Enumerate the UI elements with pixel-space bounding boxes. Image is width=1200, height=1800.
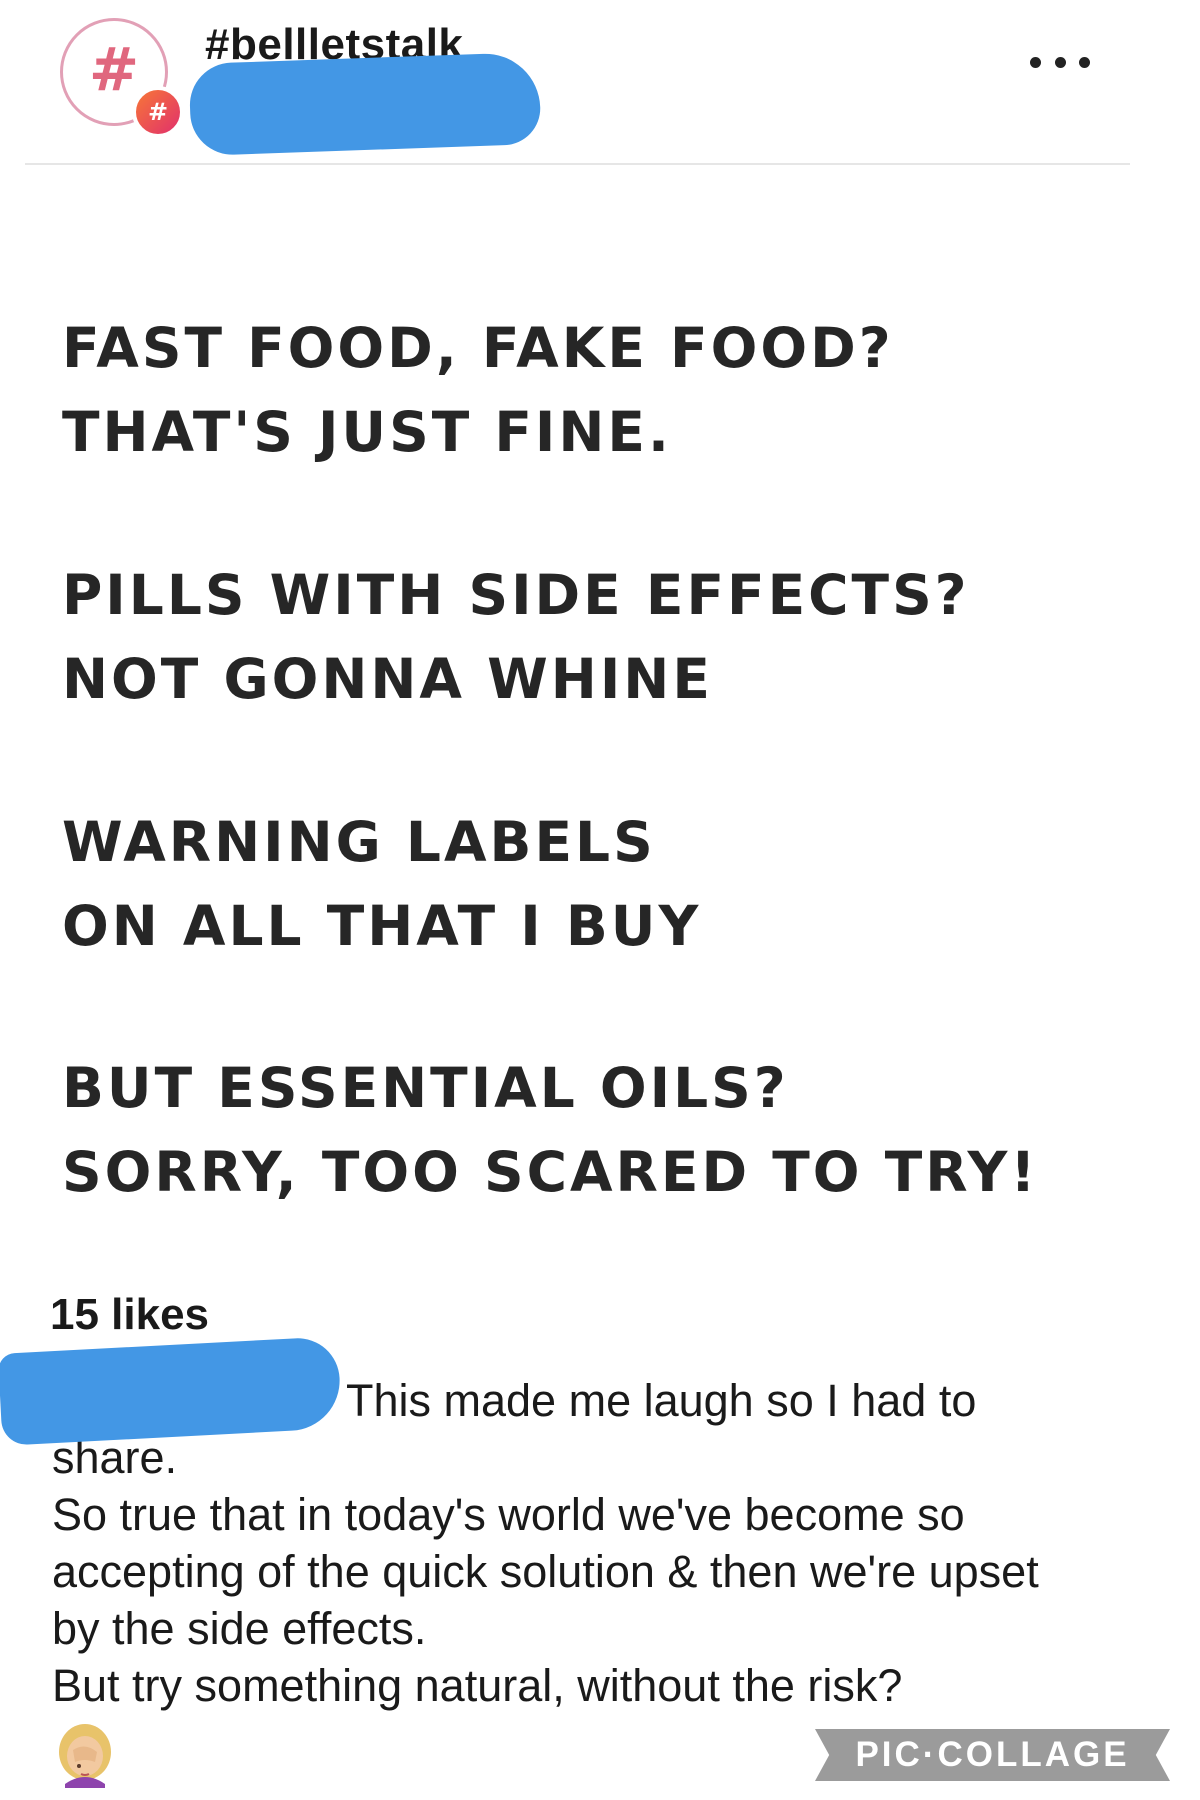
image-text-line: THAT'S JUST FINE. xyxy=(62,400,672,464)
caption-line-2: So true that in today's world we've beco… xyxy=(52,1489,1039,1654)
redaction-mark xyxy=(0,1336,343,1446)
image-text-line: BUT ESSENTIAL OILS? xyxy=(62,1056,789,1120)
caption-line-3: But try something natural, without the r… xyxy=(52,1660,903,1711)
redaction-mark xyxy=(188,51,542,157)
more-options-icon[interactable] xyxy=(1030,52,1090,72)
image-stanza: FAST FOOD, FAKE FOOD? THAT'S JUST FINE. xyxy=(62,306,894,474)
image-text-line: PILLS WITH SIDE EFFECTS? xyxy=(62,563,970,627)
image-text-line: SORRY, TOO SCARED TO TRY! xyxy=(62,1140,1039,1204)
image-stanza: PILLS WITH SIDE EFFECTS? NOT GONNA WHINE xyxy=(62,553,970,721)
image-text-line: WARNING LABELS xyxy=(62,810,656,874)
dot xyxy=(1079,56,1090,68)
woman-facepalming-icon xyxy=(59,1724,111,1788)
post-image[interactable]: FAST FOOD, FAKE FOOD? THAT'S JUST FINE. … xyxy=(0,166,1200,1286)
hashtag-badge-icon: # xyxy=(132,86,184,138)
image-text-line: NOT GONNA WHINE xyxy=(62,647,713,711)
pic-collage-watermark: PIC·COLLAGE xyxy=(815,1729,1170,1781)
image-stanza: BUT ESSENTIAL OILS? SORRY, TOO SCARED TO… xyxy=(62,1046,1038,1214)
image-stanza: WARNING LABELS ON ALL THAT I BUY xyxy=(62,800,701,968)
image-text-line: FAST FOOD, FAKE FOOD? xyxy=(62,316,894,380)
dot xyxy=(1054,56,1066,68)
dot xyxy=(1030,56,1041,68)
header-divider xyxy=(25,163,1130,165)
image-text-line: ON ALL THAT I BUY xyxy=(62,894,702,958)
likes-count[interactable]: 15 likes xyxy=(50,1290,209,1340)
